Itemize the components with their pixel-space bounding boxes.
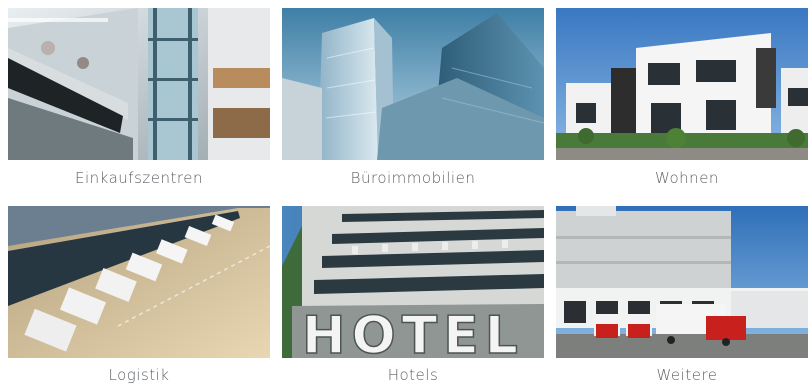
residential-house-image[interactable]	[556, 8, 808, 160]
category-label[interactable]: Logistik	[8, 366, 270, 384]
office-building-image[interactable]	[282, 8, 544, 160]
industrial-building-image[interactable]	[556, 206, 808, 358]
category-label[interactable]: Büroimmobilien	[282, 169, 544, 187]
property-category-grid: Einkaufszentren Büroimmobilien Wohnen Lo…	[0, 0, 808, 384]
category-label[interactable]: Einkaufszentren	[8, 169, 270, 187]
logistics-warehouse-image[interactable]	[8, 206, 270, 358]
hotel-sign-text: HOTEL	[302, 306, 524, 358]
category-label[interactable]: Weitere	[556, 366, 808, 384]
category-label[interactable]: Hotels	[282, 366, 544, 384]
hotel-building-image[interactable]: HOTEL	[282, 206, 544, 358]
shopping-center-image[interactable]	[8, 8, 270, 160]
category-label[interactable]: Wohnen	[556, 169, 808, 187]
